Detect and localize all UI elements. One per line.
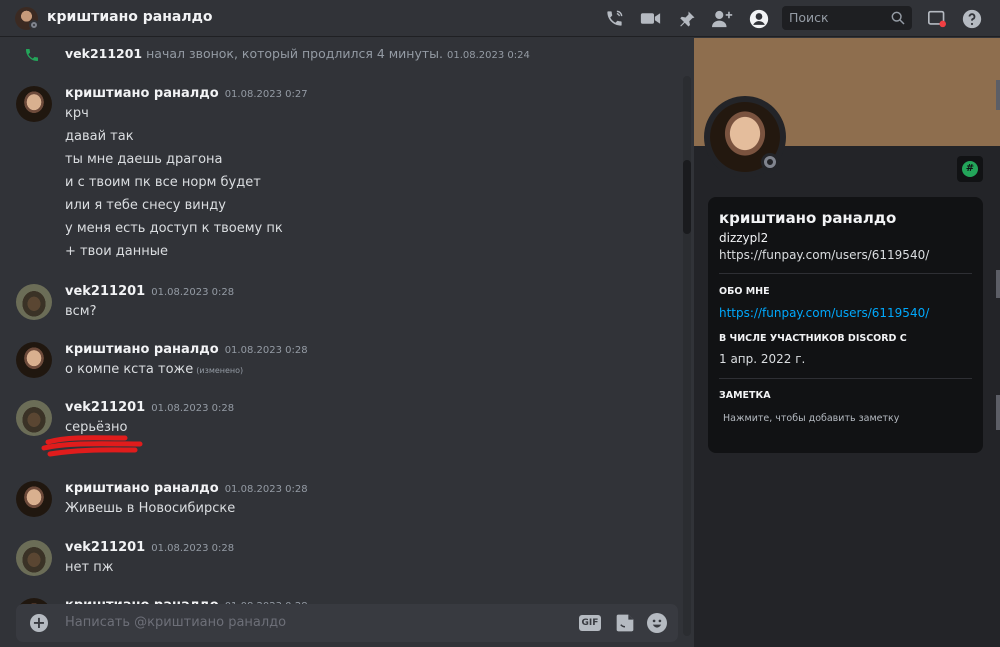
message-text: крч — [65, 106, 89, 121]
phone-call-icon[interactable] — [604, 8, 625, 29]
note-heading: ЗАМЕТКА — [719, 390, 771, 401]
gif-button[interactable]: GIF — [579, 615, 601, 631]
message-author[interactable]: криштиано раналдо01.08.2023 0:28 — [65, 342, 308, 357]
message-group: криштиано раналдо 01.08.2023 0:28 о компе… — [0, 340, 680, 384]
hashtag-badge-icon: # — [962, 161, 978, 177]
edge-scroll-indicator — [996, 270, 1000, 298]
avatar[interactable] — [16, 86, 52, 122]
profile-display-name: криштиано раналдо — [719, 209, 897, 227]
message-input[interactable]: Написать @криштиано раналдо — [65, 615, 286, 630]
message-text: у меня есть доступ к твоему пк — [65, 221, 283, 236]
search-input[interactable]: Поиск — [782, 6, 912, 30]
help-icon[interactable] — [961, 8, 982, 29]
profile-badge[interactable]: # — [957, 156, 983, 182]
message-group: vek211201 01.08.2023 0:28 нет пж — [0, 538, 680, 582]
message-text: давай так — [65, 129, 134, 144]
note-input[interactable]: Нажмите, чтобы добавить заметку — [723, 413, 899, 424]
add-attachment-icon[interactable]: + — [30, 614, 48, 632]
message-text: + твои данные — [65, 244, 169, 259]
message-list: vek211201 начал звонок, который продлилс… — [0, 38, 693, 647]
message-text: или я тебе снесу винду — [65, 198, 226, 213]
message-text: нет пж — [65, 560, 114, 575]
message-text: Живешь в Новосибирске — [65, 501, 236, 516]
header-status-icon — [29, 20, 39, 30]
chat-header: криштиано раналдо Поиск — [0, 0, 1000, 37]
message-timestamp: 01.08.2023 0:28 — [224, 484, 308, 495]
message-text: ты мне даешь драгона — [65, 152, 223, 167]
avatar[interactable] — [16, 481, 52, 517]
search-icon — [891, 11, 905, 25]
message-text: и с твоим пк все норм будет — [65, 175, 261, 190]
scrollbar-thumb[interactable] — [683, 160, 691, 234]
about-heading: ОБО МНЕ — [719, 286, 770, 297]
message-text: о компе кста тоже (изменено) — [65, 362, 244, 377]
search-placeholder: Поиск — [789, 10, 829, 25]
profile-username: dizzypl2 — [719, 231, 769, 245]
message-author[interactable]: vek211201 01.08.2023 0:28 — [65, 284, 234, 299]
red-scribble-redaction — [41, 435, 143, 457]
phone-icon — [26, 49, 38, 61]
message-group: криштиано раналдо 01.08.2023 0:27 крч дав… — [0, 84, 680, 264]
message-author[interactable]: vek211201 01.08.2023 0:28 — [65, 540, 234, 555]
add-friend-icon[interactable] — [712, 8, 733, 29]
profile-toggle-icon[interactable] — [748, 8, 769, 29]
message-composer[interactable]: + Написать @криштиано раналдо GIF — [16, 604, 678, 642]
user-profile-panel: # криштиано раналдо dizzypl2 https://fun… — [694, 38, 1000, 647]
message-timestamp: 01.08.2023 0:28 — [151, 403, 235, 414]
call-log-timestamp: 01.08.2023 0:24 — [446, 50, 530, 61]
message-author[interactable]: криштиано раналдо01.08.2023 0:28 — [65, 481, 308, 496]
member-since-date: 1 апр. 2022 г. — [719, 352, 806, 366]
avatar[interactable] — [16, 342, 52, 378]
edge-scroll-indicator — [996, 80, 1000, 110]
emoji-icon[interactable] — [647, 613, 667, 633]
divider — [719, 378, 972, 379]
message-group: криштиано раналдо 01.08.2023 0:28 Живешь … — [0, 479, 680, 523]
edge-scroll-indicator — [996, 395, 1000, 430]
message-timestamp: 01.08.2023 0:28 — [151, 543, 235, 554]
header-title[interactable]: криштиано раналдо — [47, 9, 213, 25]
avatar[interactable] — [16, 284, 52, 320]
edited-label: (изменено) — [196, 366, 244, 375]
message-group: vek211201 01.08.2023 0:28 всм? — [0, 282, 680, 326]
call-log-entry: vek211201 начал звонок, который продлилс… — [0, 38, 680, 68]
profile-info-card: криштиано раналдо dizzypl2 https://funpa… — [708, 197, 983, 453]
avatar[interactable] — [16, 540, 52, 576]
inbox-icon[interactable] — [926, 8, 947, 29]
video-icon[interactable] — [640, 8, 661, 29]
call-log-description: начал звонок, который продлился 4 минуты… — [146, 46, 443, 61]
sticker-icon[interactable] — [615, 613, 635, 633]
message-timestamp: 01.08.2023 0:27 — [224, 89, 308, 100]
message-author[interactable]: vek211201 01.08.2023 0:28 — [65, 400, 234, 415]
status-offline-icon — [761, 153, 779, 171]
avatar[interactable] — [16, 400, 52, 436]
divider — [719, 273, 972, 274]
message-text: всм? — [65, 304, 97, 319]
call-log-text: vek211201 начал звонок, который продлилс… — [65, 46, 530, 61]
about-link[interactable]: https://funpay.com/users/6119540/ — [719, 306, 929, 320]
message-timestamp: 01.08.2023 0:28 — [224, 345, 308, 356]
call-log-user[interactable]: vek211201 — [65, 46, 142, 61]
message-timestamp: 01.08.2023 0:28 — [151, 287, 235, 298]
profile-custom-status: https://funpay.com/users/6119540/ — [719, 248, 930, 262]
member-since-heading: В ЧИСЛЕ УЧАСТНИКОВ DISCORD С — [719, 333, 907, 344]
pin-icon[interactable] — [676, 8, 697, 29]
message-author[interactable]: криштиано раналдо 01.08.2023 0:27 — [65, 86, 308, 101]
